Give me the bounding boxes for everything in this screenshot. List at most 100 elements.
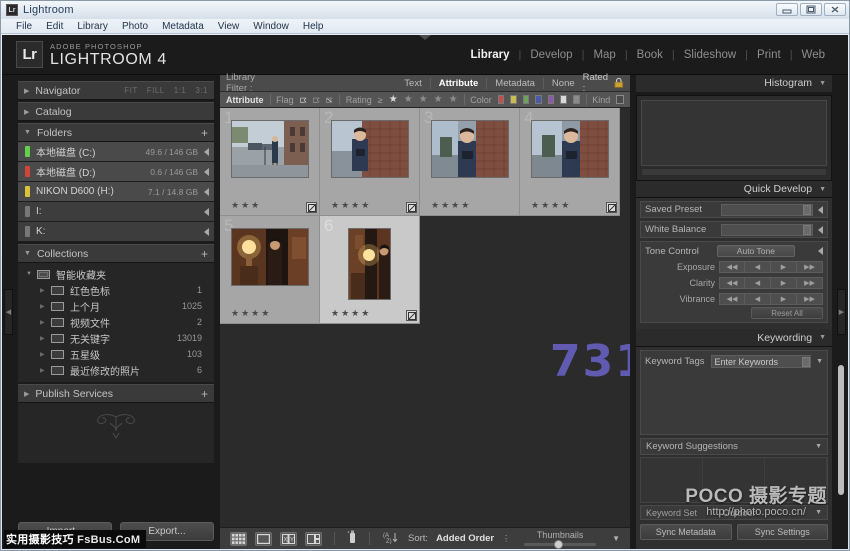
cell-rating[interactable]: ★★★★ bbox=[420, 200, 471, 211]
clarity-inc-large[interactable]: ▶▶ bbox=[797, 277, 823, 289]
color-swatch-gray[interactable] bbox=[573, 95, 580, 104]
menu-photo[interactable]: Photo bbox=[115, 19, 155, 34]
reset-all-button[interactable]: Reset All bbox=[751, 307, 823, 319]
vibrance-dec-small[interactable]: ◀ bbox=[745, 293, 771, 305]
collapse-arrow-icon[interactable] bbox=[818, 206, 823, 214]
list-item[interactable]: ▶ 无关键字 13019 bbox=[18, 330, 214, 346]
white-balance-row[interactable]: White Balance bbox=[640, 221, 828, 238]
rating-star-2[interactable]: ★ bbox=[404, 94, 413, 105]
menu-edit[interactable]: Edit bbox=[39, 19, 70, 34]
thumbnail-image[interactable] bbox=[331, 120, 409, 178]
export-button[interactable]: Export... bbox=[120, 522, 214, 541]
nav-mode-fit[interactable]: FIT bbox=[124, 86, 138, 95]
grid-cell[interactable]: 1 bbox=[220, 108, 320, 216]
rating-operator[interactable]: ≥ bbox=[378, 95, 383, 105]
suggestion-slot[interactable] bbox=[765, 458, 827, 480]
right-panel-scrollbar[interactable] bbox=[838, 365, 844, 495]
folders-header[interactable]: ▼ Folders + bbox=[18, 123, 214, 142]
rating-star-3[interactable]: ★ bbox=[419, 94, 428, 105]
nav-mode-fill[interactable]: FILL bbox=[147, 86, 165, 95]
collapse-arrow-icon[interactable] bbox=[204, 228, 209, 236]
module-library[interactable]: Library bbox=[462, 49, 519, 61]
vibrance-dec-large[interactable]: ◀◀ bbox=[719, 293, 745, 305]
top-panel-toggle-icon[interactable] bbox=[419, 35, 431, 40]
collapse-arrow-icon[interactable] bbox=[818, 226, 823, 234]
exposure-inc-small[interactable]: ▶ bbox=[771, 261, 797, 273]
vibrance-inc-large[interactable]: ▶▶ bbox=[797, 293, 823, 305]
grid-view[interactable]: 1 bbox=[220, 108, 630, 527]
thumbnail-image[interactable] bbox=[231, 228, 309, 286]
menu-view[interactable]: View bbox=[211, 19, 247, 34]
vibrance-stepper[interactable]: ◀◀ ◀ ▶ ▶▶ bbox=[719, 293, 823, 305]
sort-order-dropdown[interactable]: Added Order bbox=[436, 533, 494, 544]
crop-badge-icon[interactable] bbox=[606, 202, 617, 213]
menu-window[interactable]: Window bbox=[246, 19, 296, 34]
lock-icon[interactable] bbox=[614, 77, 624, 89]
clarity-dec-small[interactable]: ◀ bbox=[745, 277, 771, 289]
grid-cell[interactable]: 2 bbox=[320, 108, 420, 216]
import-button[interactable]: Import... bbox=[18, 522, 112, 541]
sort-az-icon[interactable]: (AZ) bbox=[382, 531, 400, 547]
add-collection-icon[interactable]: + bbox=[201, 248, 208, 260]
thumbnail-image[interactable] bbox=[231, 120, 309, 178]
rating-star-5[interactable]: ★ bbox=[449, 94, 458, 105]
color-swatch-green[interactable] bbox=[523, 95, 530, 104]
flag-pick-icon[interactable] bbox=[300, 95, 307, 105]
compare-view-icon[interactable]: XY bbox=[280, 532, 297, 546]
flag-unflagged-icon[interactable] bbox=[313, 95, 320, 105]
grid-cell[interactable]: 5 bbox=[220, 216, 320, 324]
clarity-stepper[interactable]: ◀◀ ◀ ▶ ▶▶ bbox=[719, 277, 823, 289]
rating-star-1[interactable]: ★ bbox=[389, 94, 398, 105]
keyword-input[interactable]: Enter Keywords bbox=[711, 355, 812, 368]
sync-settings-button[interactable]: Sync Settings bbox=[737, 524, 829, 540]
menu-library[interactable]: Library bbox=[70, 19, 115, 34]
list-item[interactable]: ▶ 上个月 1025 bbox=[18, 298, 214, 314]
module-web[interactable]: Web bbox=[793, 49, 834, 61]
saved-preset-dropdown[interactable] bbox=[721, 204, 813, 216]
sync-metadata-button[interactable]: Sync Metadata bbox=[640, 524, 732, 540]
suggestion-slot[interactable] bbox=[641, 480, 703, 502]
grid-view-icon[interactable] bbox=[230, 532, 247, 546]
module-print[interactable]: Print bbox=[748, 49, 790, 61]
left-panel-collapse-toggle[interactable]: ◀ bbox=[4, 289, 13, 335]
menu-metadata[interactable]: Metadata bbox=[155, 19, 211, 34]
crop-badge-icon[interactable] bbox=[306, 202, 317, 213]
restore-button[interactable] bbox=[800, 3, 822, 16]
add-publish-service-icon[interactable]: + bbox=[201, 388, 208, 400]
menu-help[interactable]: Help bbox=[296, 19, 331, 34]
grid-cell-selected[interactable]: 6 bbox=[320, 216, 420, 324]
suggestion-slot[interactable] bbox=[765, 480, 827, 502]
white-balance-dropdown[interactable] bbox=[721, 224, 813, 236]
cell-rating[interactable]: ★★★★ bbox=[220, 308, 271, 319]
slider-knob[interactable] bbox=[554, 540, 563, 549]
collections-header[interactable]: ▼ Collections + bbox=[18, 244, 214, 263]
collapse-arrow-icon[interactable] bbox=[818, 247, 823, 255]
collapse-arrow-icon[interactable] bbox=[204, 148, 209, 156]
saved-preset-row[interactable]: Saved Preset bbox=[640, 201, 828, 218]
color-swatch-purple[interactable] bbox=[548, 95, 555, 104]
crop-badge-icon[interactable] bbox=[406, 310, 417, 321]
exposure-stepper[interactable]: ◀◀ ◀ ▶ ▶▶ bbox=[719, 261, 823, 273]
collapse-arrow-icon[interactable] bbox=[204, 208, 209, 216]
slider-track[interactable] bbox=[524, 543, 596, 546]
clarity-inc-small[interactable]: ▶ bbox=[771, 277, 797, 289]
color-swatch-white[interactable] bbox=[560, 95, 567, 104]
spray-can-icon[interactable] bbox=[347, 530, 357, 547]
nav-mode-3to1[interactable]: 3:1 bbox=[195, 86, 208, 95]
kind-photo-icon[interactable] bbox=[616, 95, 624, 104]
chevron-down-icon[interactable]: ▼ bbox=[816, 358, 823, 365]
flag-reject-icon[interactable] bbox=[326, 95, 333, 105]
histogram-panel[interactable] bbox=[636, 95, 832, 181]
grid-cell[interactable]: 3 bbox=[420, 108, 520, 216]
exposure-dec-small[interactable]: ◀ bbox=[745, 261, 771, 273]
folder-row[interactable]: 本地磁盘 (C:) 49.6 / 146 GB bbox=[18, 142, 214, 162]
sort-dropdown-icon[interactable]: ⋮ bbox=[502, 534, 510, 543]
thumbnail-image[interactable] bbox=[431, 120, 509, 178]
suggestion-slot[interactable] bbox=[641, 458, 703, 480]
clarity-dec-large[interactable]: ◀◀ bbox=[719, 277, 745, 289]
module-slideshow[interactable]: Slideshow bbox=[675, 49, 745, 61]
suggestion-slot[interactable] bbox=[703, 458, 765, 480]
list-item[interactable]: ▶ 最近修改的照片 6 bbox=[18, 362, 214, 378]
thumbnail-image[interactable] bbox=[348, 228, 391, 300]
publish-services-header[interactable]: ▶ Publish Services + bbox=[18, 384, 214, 403]
